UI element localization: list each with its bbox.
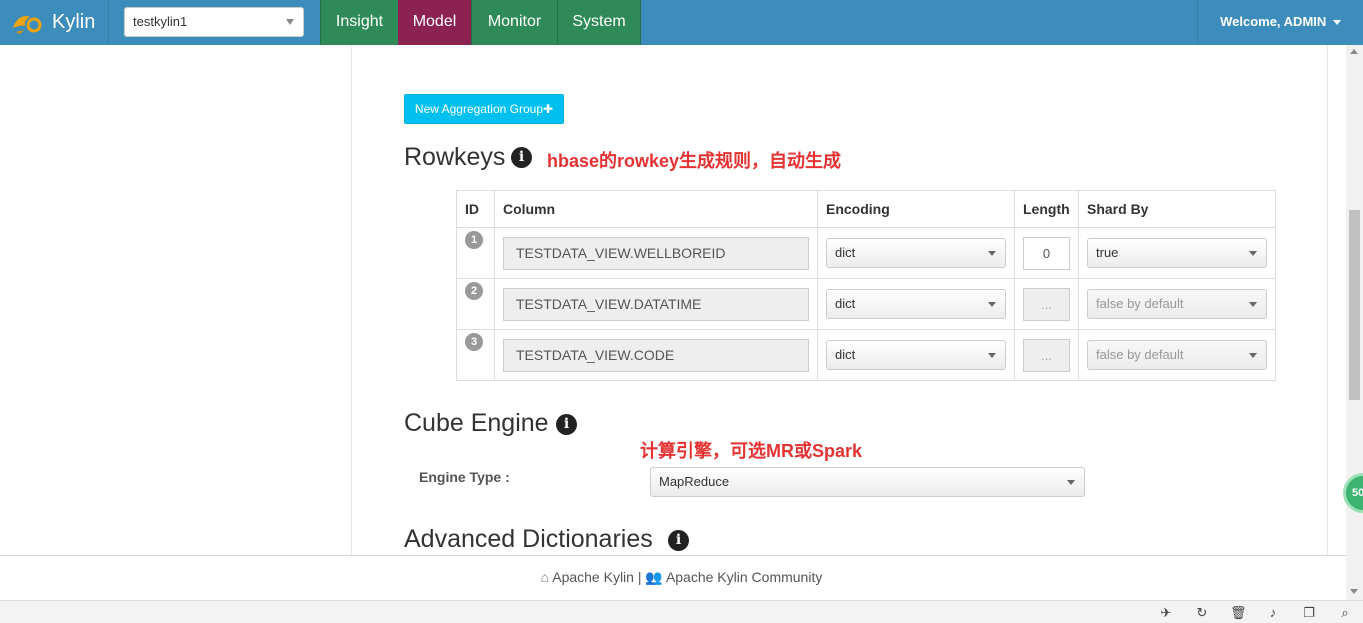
row-id-badge: 2	[465, 282, 483, 300]
footer-link-apache-kylin[interactable]: Apache Kylin	[552, 569, 634, 585]
rowkeys-title: Rowkeys	[404, 143, 506, 171]
shard-by-select[interactable]: false by default	[1087, 289, 1267, 319]
encoding-select[interactable]: dict	[826, 289, 1006, 319]
kylin-logo-icon	[13, 15, 42, 34]
users-icon: 👥	[645, 569, 663, 585]
table-row: 2 TESTDATA_VIEW.DATATIME dict ... false …	[456, 278, 1276, 330]
brand-name: Kylin	[52, 11, 96, 33]
header-length: Length	[1014, 190, 1079, 228]
info-icon[interactable]: i	[556, 414, 577, 435]
column-field: TESTDATA_VIEW.CODE	[503, 338, 809, 372]
encoding-value: dict	[835, 296, 856, 311]
advanced-dictionaries-title: Advanced Dictionaries	[404, 525, 653, 553]
footer-link-community[interactable]: Apache Kylin Community	[666, 569, 822, 585]
project-select[interactable]: testkylin1	[124, 7, 304, 37]
info-icon[interactable]: i	[511, 147, 532, 168]
encoding-select[interactable]: dict	[826, 238, 1006, 268]
row-id-badge: 1	[465, 231, 483, 249]
column-field: TESTDATA_VIEW.WELLBOREID	[503, 236, 809, 270]
caret-down-icon	[1332, 20, 1341, 26]
welcome-text: Welcome, ADMIN	[1220, 14, 1327, 29]
chevron-down-icon	[988, 302, 996, 307]
header-column: Column	[494, 190, 818, 228]
chevron-down-icon	[1249, 302, 1257, 307]
new-aggregation-group-button[interactable]: New Aggregation Group✚	[404, 94, 564, 124]
chevron-down-icon	[988, 251, 996, 256]
scroll-thumb[interactable]	[1349, 210, 1360, 400]
header-shard-by: Shard By	[1078, 190, 1276, 228]
footer: ⌂ Apache Kylin | 👥 Apache Kylin Communit…	[0, 555, 1363, 600]
table-header-row: ID Column Encoding Length Shard By	[456, 190, 1276, 228]
window-icon[interactable]: ❐	[1301, 605, 1317, 620]
new-aggregation-group-label: New Aggregation Group	[414, 102, 544, 116]
chevron-down-icon	[1067, 480, 1075, 485]
trash-icon[interactable]: 🗑	[1230, 605, 1247, 620]
shard-by-value: true	[1096, 245, 1119, 260]
engine-type-select[interactable]: MapReduce	[650, 467, 1085, 497]
shard-by-value: false by default	[1096, 347, 1184, 362]
scroll-down-arrow-icon[interactable]	[1350, 589, 1358, 594]
top-navbar: Kylin testkylin1 Insight Model Monitor S…	[0, 0, 1363, 45]
length-input: ...	[1023, 287, 1070, 321]
length-input[interactable]: 0	[1023, 236, 1070, 270]
project-select-value: testkylin1	[133, 14, 188, 29]
scrollbar[interactable]	[1346, 45, 1363, 600]
plus-icon: ✚	[543, 102, 554, 116]
brand[interactable]: Kylin	[0, 0, 109, 45]
cube-engine-annotation: 计算引擎，可选MR或Spark	[640, 441, 863, 461]
pin-icon[interactable]: ✈	[1158, 605, 1174, 620]
tab-insight[interactable]: Insight	[320, 0, 398, 45]
footer-separator: |	[637, 569, 642, 585]
length-input: ...	[1023, 338, 1070, 372]
scroll-up-arrow-icon[interactable]	[1350, 49, 1358, 54]
encoding-value: dict	[835, 347, 856, 362]
tab-model[interactable]: Model	[398, 0, 471, 45]
tab-system[interactable]: System	[557, 0, 641, 45]
user-menu[interactable]: Welcome, ADMIN	[1197, 0, 1363, 45]
chevron-down-icon	[286, 19, 294, 25]
chevron-down-icon	[1249, 353, 1257, 358]
encoding-value: dict	[835, 245, 856, 260]
refresh-icon[interactable]: ↻	[1194, 605, 1210, 620]
chevron-down-icon	[1249, 251, 1257, 256]
engine-type-value: MapReduce	[659, 474, 730, 489]
row-id-badge: 3	[465, 333, 483, 351]
rowkeys-table: ID Column Encoding Length Shard By 1 TES…	[456, 190, 1276, 381]
shard-by-select[interactable]: true	[1087, 238, 1267, 268]
browser-status-bar: ✈ ↻ 🗑 ♪ ❐ ⌕	[0, 600, 1363, 623]
rowkeys-annotation: hbase的rowkey生成规则，自动生成	[547, 151, 842, 171]
shard-by-value: false by default	[1096, 296, 1184, 311]
shard-by-select[interactable]: false by default	[1087, 340, 1267, 370]
encoding-select[interactable]: dict	[826, 340, 1006, 370]
table-row: 1 TESTDATA_VIEW.WELLBOREID dict 0 true	[456, 227, 1276, 279]
column-field: TESTDATA_VIEW.DATATIME	[503, 287, 809, 321]
cube-engine-title: Cube Engine	[404, 409, 549, 437]
zoom-icon[interactable]: ⌕	[1337, 605, 1353, 620]
home-icon: ⌂	[540, 569, 550, 585]
chevron-down-icon	[988, 353, 996, 358]
header-encoding: Encoding	[817, 190, 1015, 228]
info-icon[interactable]: i	[668, 530, 689, 551]
table-row: 3 TESTDATA_VIEW.CODE dict ... false by d…	[456, 329, 1276, 381]
header-id: ID	[456, 190, 495, 228]
tab-monitor[interactable]: Monitor	[471, 0, 557, 45]
engine-type-label: Engine Type :	[419, 469, 510, 485]
volume-icon[interactable]: ♪	[1265, 605, 1281, 620]
